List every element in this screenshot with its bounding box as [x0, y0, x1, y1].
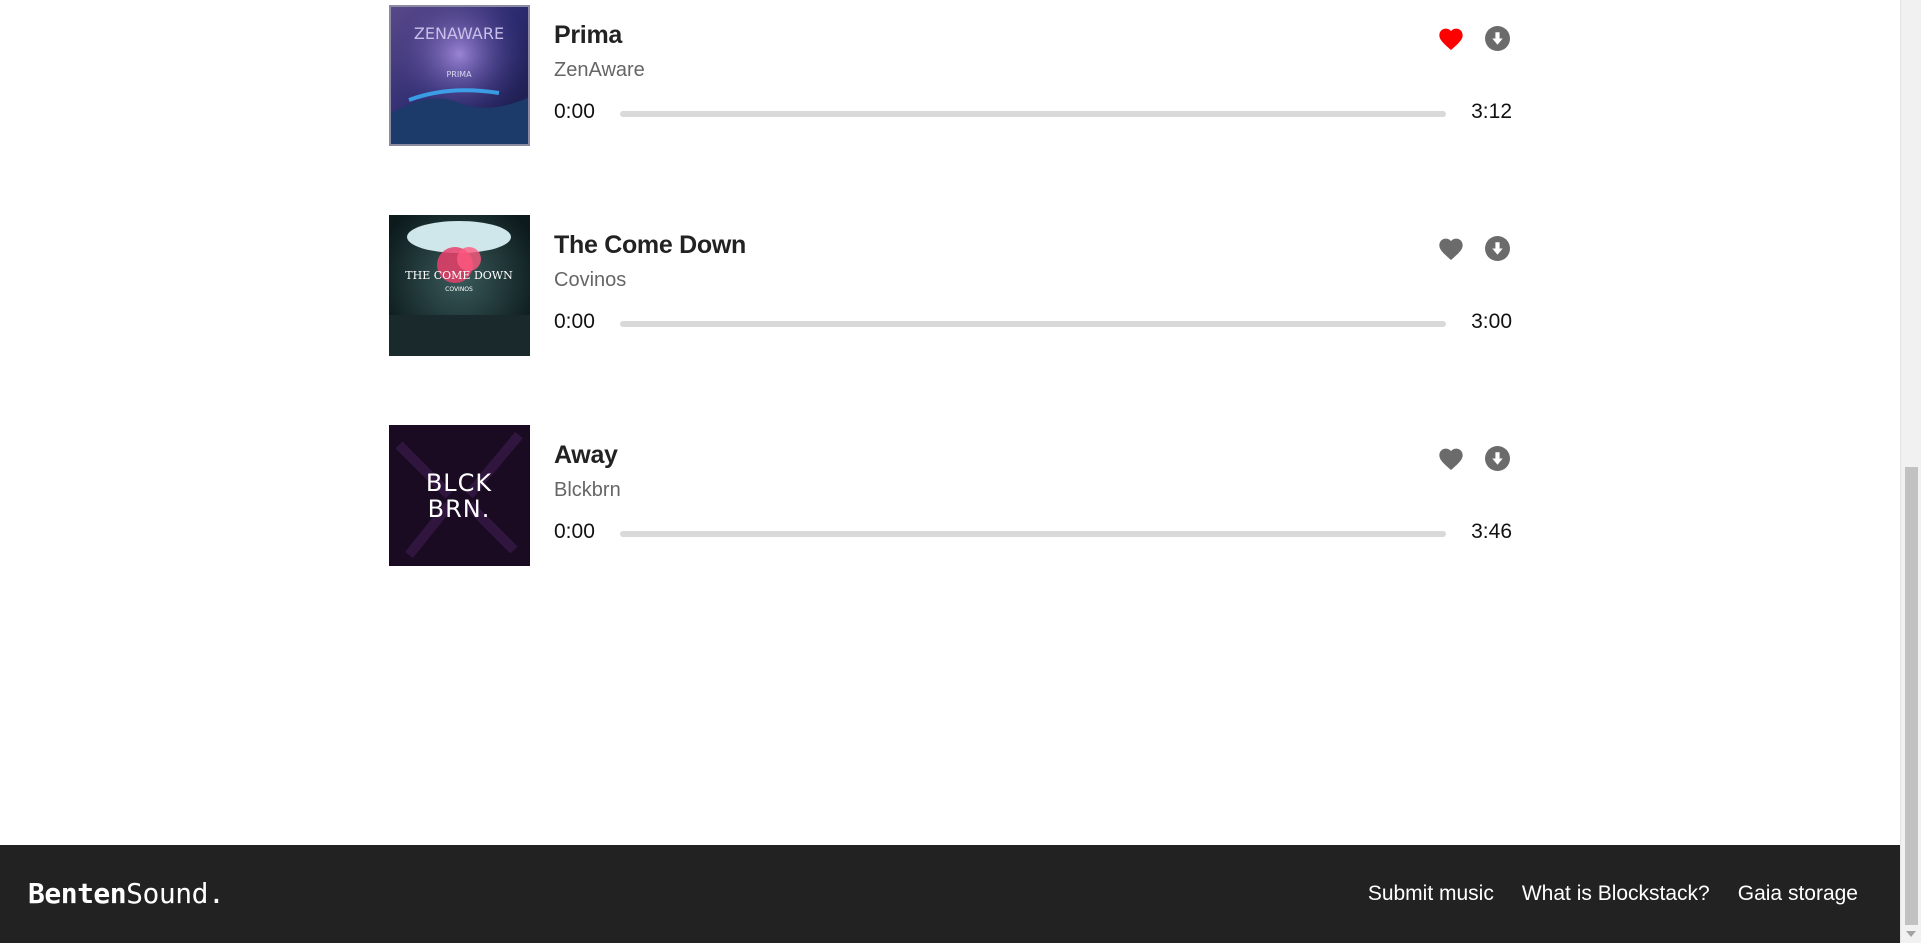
heart-icon[interactable]	[1437, 25, 1465, 51]
page: ZENAWARE PRIMA Prima ZenAware 0:00 3:12	[0, 0, 1900, 943]
cover-text: THE COME DOWN	[405, 269, 513, 282]
current-time: 0:00	[554, 520, 595, 543]
progress-bar[interactable]	[620, 111, 1446, 117]
track-artist[interactable]: Blckbrn	[554, 479, 621, 502]
track-item: ZENAWARE PRIMA Prima ZenAware 0:00 3:12	[389, 5, 1512, 147]
track-artist[interactable]: ZenAware	[554, 59, 645, 82]
duration: 3:46	[1471, 520, 1512, 543]
footer-nav: Submit music What is Blockstack? Gaia st…	[1368, 882, 1858, 906]
download-icon[interactable]	[1485, 26, 1510, 51]
track-artist[interactable]: Covinos	[554, 269, 626, 292]
current-time: 0:00	[554, 100, 595, 123]
submit-music-link[interactable]: Submit music	[1368, 882, 1494, 906]
album-cover[interactable]: THE COME DOWN COVINOS	[389, 215, 530, 356]
heart-icon[interactable]	[1437, 235, 1465, 261]
scrollbar-thumb[interactable]	[1905, 467, 1918, 925]
cover-subtext: BRN.	[428, 495, 491, 523]
current-time: 0:00	[554, 310, 595, 333]
brand-light: Sound.	[126, 877, 225, 910]
download-icon[interactable]	[1485, 236, 1510, 261]
footer: BentenSound. Submit music What is Blocks…	[0, 845, 1900, 943]
track-item: THE COME DOWN COVINOS The Come Down Covi…	[389, 215, 1512, 357]
album-cover[interactable]: BLCK BRN.	[389, 425, 530, 566]
progress-bar[interactable]	[620, 321, 1446, 327]
duration: 3:00	[1471, 310, 1512, 333]
heart-icon[interactable]	[1437, 445, 1465, 471]
scroll-down-arrow-icon[interactable]	[1906, 931, 1916, 937]
track-title: Prima	[554, 21, 622, 49]
progress-bar[interactable]	[620, 531, 1446, 537]
cover-text: BLCK	[426, 469, 493, 497]
cover-subtext: COVINOS	[445, 286, 473, 293]
cover-subtext: PRIMA	[446, 70, 472, 79]
album-cover[interactable]: ZENAWARE PRIMA	[389, 5, 530, 146]
brand-logo[interactable]: BentenSound.	[28, 877, 225, 910]
duration: 3:12	[1471, 100, 1512, 123]
track-title: The Come Down	[554, 231, 746, 259]
track-item: BLCK BRN. Away Blckbrn 0:00 3:46	[389, 425, 1512, 567]
cover-text: ZENAWARE	[414, 24, 504, 43]
download-icon[interactable]	[1485, 446, 1510, 471]
scrollbar[interactable]	[1900, 0, 1921, 943]
brand-bold: Benten	[28, 877, 127, 910]
track-title: Away	[554, 441, 618, 469]
what-is-blockstack-link[interactable]: What is Blockstack?	[1522, 882, 1710, 906]
gaia-storage-link[interactable]: Gaia storage	[1738, 882, 1858, 906]
